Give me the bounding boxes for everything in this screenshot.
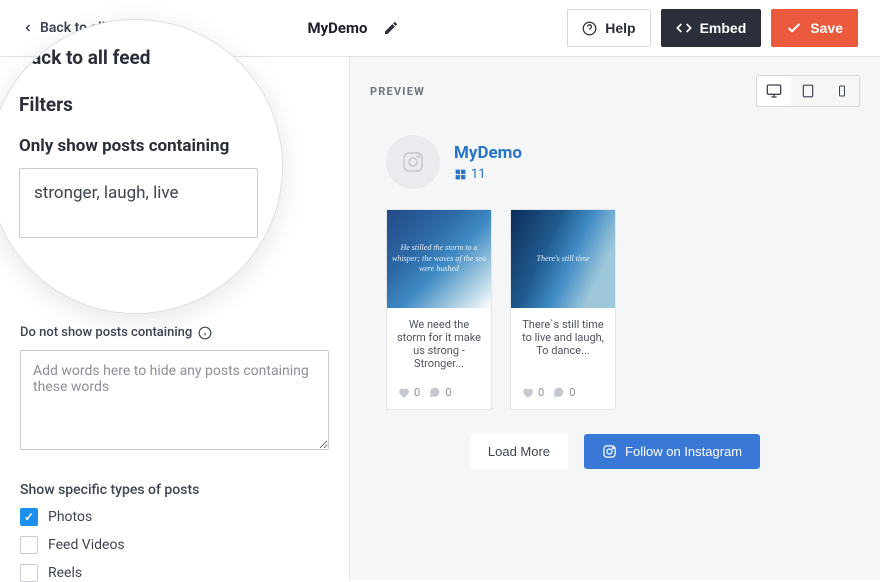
instagram-icon — [602, 444, 617, 459]
magnified-include-value: stronger, laugh, live — [34, 183, 179, 203]
post-caption: There`s still time to live and laugh, To… — [511, 308, 615, 384]
pencil-icon — [383, 20, 399, 36]
post-caption: We need the storm for it make us strong … — [387, 308, 491, 384]
device-tablet-button[interactable] — [791, 76, 825, 106]
checkbox-label: Reels — [48, 565, 82, 581]
magnified-only-label: Only show posts containing — [19, 136, 258, 156]
device-picker — [756, 75, 860, 107]
magnified-include-textarea[interactable]: stronger, laugh, live — [19, 168, 258, 238]
load-more-button[interactable]: Load More — [470, 434, 568, 469]
embed-label: Embed — [700, 20, 747, 36]
exclude-label: Do not show posts containing — [20, 325, 192, 340]
edit-feed-name-button[interactable] — [378, 15, 404, 41]
profile-post-count: 11 — [454, 167, 522, 182]
comment-icon[interactable] — [428, 386, 441, 399]
exclude-textarea[interactable] — [20, 350, 329, 450]
post-card[interactable]: He stilled the storm to a whisper; the w… — [386, 209, 492, 410]
checkbox-icon — [20, 564, 38, 582]
checkbox-icon — [20, 536, 38, 554]
save-label: Save — [810, 20, 843, 36]
post-image: He stilled the storm to a whisper; the w… — [387, 210, 491, 308]
help-icon — [582, 21, 597, 36]
instagram-icon — [401, 150, 425, 174]
avatar — [386, 135, 440, 189]
heart-icon[interactable] — [397, 386, 410, 399]
checkbox-photos[interactable]: Photos — [20, 508, 329, 526]
code-icon — [676, 20, 692, 36]
exclude-label-row: Do not show posts containing — [20, 325, 329, 340]
profile-header: MyDemo 11 — [350, 107, 880, 201]
feed-title-group: MyDemo — [308, 15, 404, 41]
magnifier-overlay: Back to all feed Filters Only show posts… — [0, 19, 283, 314]
info-icon[interactable] — [198, 326, 212, 340]
grid-icon — [454, 168, 467, 181]
follow-label: Follow on Instagram — [625, 444, 742, 459]
checkbox-label: Photos — [48, 509, 92, 525]
sidebar: Do not show posts containing Show specif… — [0, 56, 350, 580]
tablet-icon — [801, 84, 815, 98]
post-meta: 0 0 — [387, 384, 491, 409]
checkbox-label: Feed Videos — [48, 537, 125, 553]
check-icon — [786, 20, 802, 36]
magnified-back-label: Back to all feed — [19, 46, 258, 69]
preview-pane: PREVIEW MyDemo 11 — [350, 56, 880, 580]
embed-button[interactable]: Embed — [661, 9, 762, 47]
feed-name: MyDemo — [308, 19, 368, 37]
magnified-filters-heading: Filters — [19, 93, 258, 116]
follow-instagram-button[interactable]: Follow on Instagram — [584, 434, 760, 469]
post-meta: 0 0 — [511, 384, 615, 409]
monitor-icon — [766, 83, 782, 99]
help-label: Help — [605, 20, 635, 36]
help-button[interactable]: Help — [567, 9, 650, 47]
chevron-left-icon — [22, 22, 34, 34]
save-button[interactable]: Save — [771, 9, 858, 47]
checkbox-feed-videos[interactable]: Feed Videos — [20, 536, 329, 554]
post-image: There's still time — [511, 210, 615, 308]
mobile-icon — [836, 84, 848, 98]
device-mobile-button[interactable] — [825, 76, 859, 106]
device-desktop-button[interactable] — [757, 76, 791, 106]
types-heading: Show specific types of posts — [20, 482, 329, 498]
preview-label: PREVIEW — [370, 85, 425, 98]
comment-icon[interactable] — [552, 386, 565, 399]
post-card[interactable]: There's still time There`s still time to… — [510, 209, 616, 410]
heart-icon[interactable] — [521, 386, 534, 399]
checkbox-icon — [20, 508, 38, 526]
profile-name[interactable]: MyDemo — [454, 143, 522, 163]
checkbox-reels[interactable]: Reels — [20, 564, 329, 582]
